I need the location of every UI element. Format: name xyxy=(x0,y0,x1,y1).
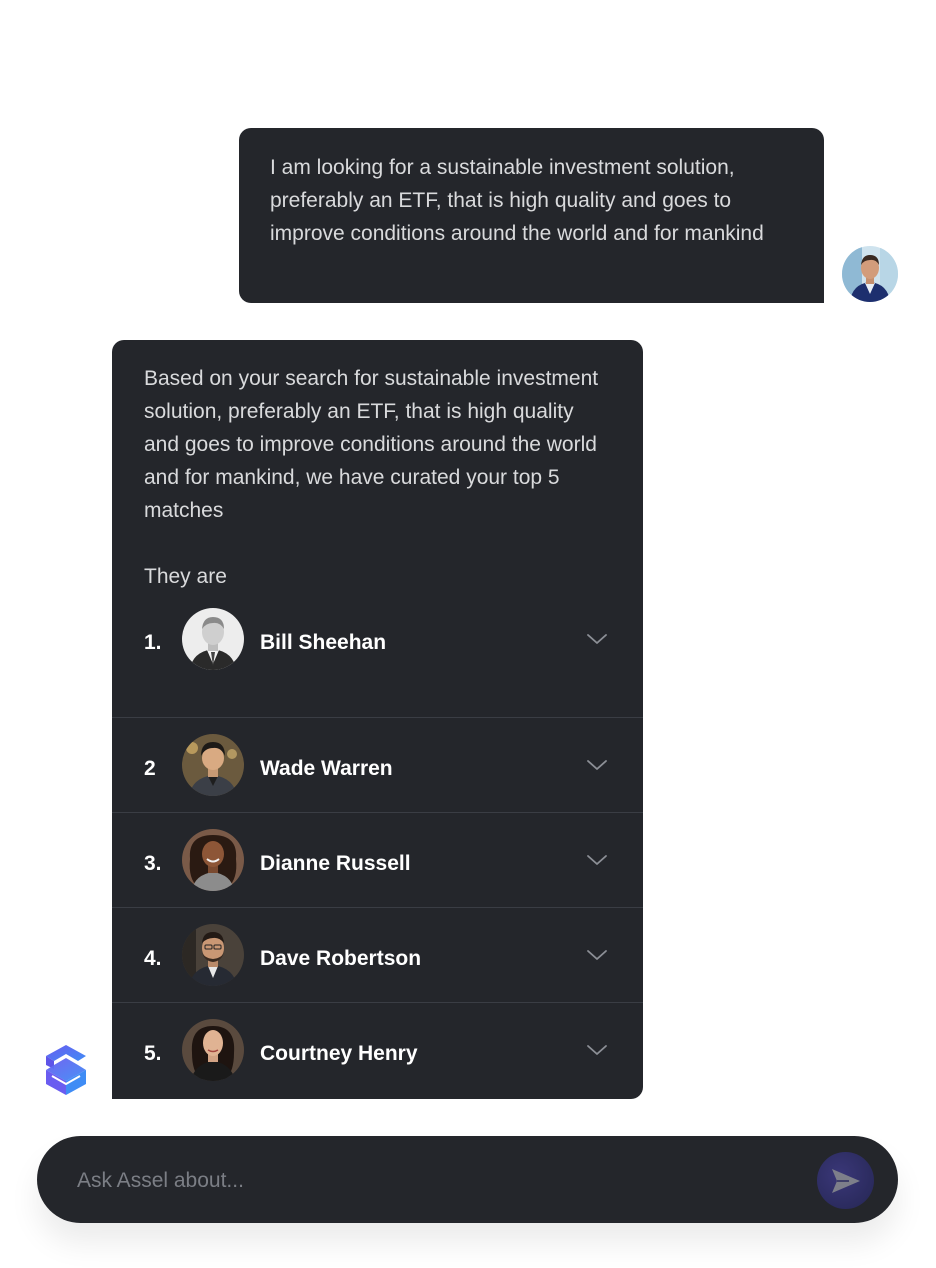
match-number: 5. xyxy=(144,1042,162,1065)
bot-intro-text: Based on your search for sustainable inv… xyxy=(144,367,599,522)
chevron-down-icon[interactable] xyxy=(586,630,608,648)
user-avatar[interactable] xyxy=(842,246,898,302)
send-button[interactable] xyxy=(817,1152,874,1209)
bot-message-bubble: Based on your search for sustainable inv… xyxy=(112,340,643,1099)
match-number: 4. xyxy=(144,947,162,970)
match-number: 1. xyxy=(144,631,162,654)
match-name: Courtney Henry xyxy=(260,1042,418,1065)
user-message-text: I am looking for a sustainable investmen… xyxy=(270,156,764,245)
avatar xyxy=(182,1019,244,1081)
match-item[interactable]: 4. Dave Robertson xyxy=(112,907,643,1002)
match-name: Bill Sheehan xyxy=(260,631,387,654)
user-message-bubble: I am looking for a sustainable investmen… xyxy=(239,128,824,303)
avatar xyxy=(182,829,244,891)
match-item[interactable]: 2 Wade Warren xyxy=(112,717,643,812)
match-item[interactable]: 1. Bill Sheehan xyxy=(112,593,643,717)
chat-input[interactable] xyxy=(75,1158,779,1204)
chat-input-bar xyxy=(37,1136,898,1223)
chevron-down-icon[interactable] xyxy=(586,1041,608,1059)
match-name: Wade Warren xyxy=(260,757,393,780)
match-item[interactable]: 3. Dianne Russell xyxy=(112,812,643,907)
avatar xyxy=(182,608,244,670)
assistant-logo-icon xyxy=(46,1045,86,1095)
match-list: 1. Bill Sheehan 2 Wade Warren 3. Dianne … xyxy=(112,593,643,1097)
avatar xyxy=(182,734,244,796)
chevron-down-icon[interactable] xyxy=(586,756,608,774)
chevron-down-icon[interactable] xyxy=(586,946,608,964)
avatar xyxy=(182,924,244,986)
send-icon xyxy=(832,1169,860,1193)
match-name: Dave Robertson xyxy=(260,947,422,970)
match-item[interactable]: 5. Courtney Henry xyxy=(112,1002,643,1097)
they-are-text: They are xyxy=(144,565,227,588)
match-number: 3. xyxy=(144,852,162,875)
match-name: Dianne Russell xyxy=(260,852,411,875)
chevron-down-icon[interactable] xyxy=(586,851,608,869)
match-number: 2 xyxy=(144,757,156,780)
